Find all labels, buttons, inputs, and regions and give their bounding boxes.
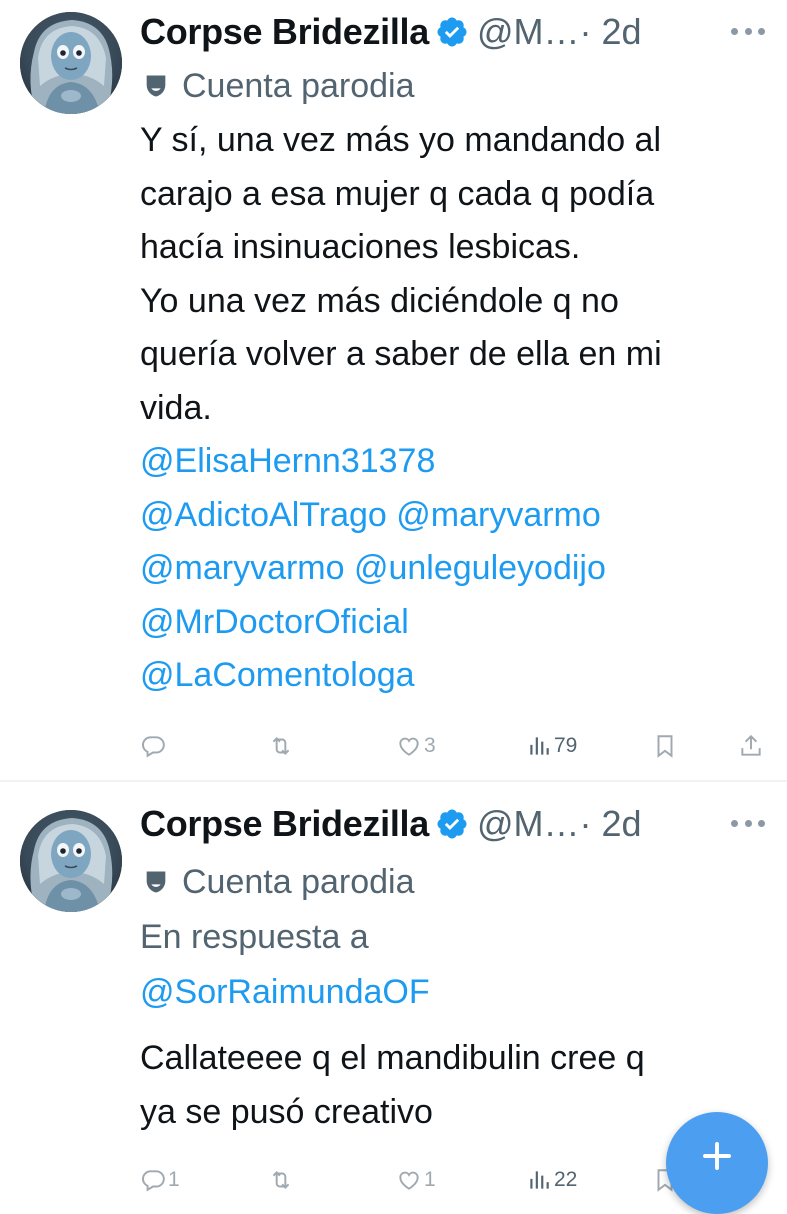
bookmark-button[interactable] (652, 728, 678, 764)
author-name[interactable]: Corpse Bridezilla (140, 11, 429, 53)
verified-badge-icon (437, 17, 467, 47)
bookmark-icon (657, 735, 673, 758)
tweet-time[interactable]: · 2d (580, 11, 642, 53)
repost-icon (272, 737, 290, 755)
reply-icon (142, 736, 165, 758)
tweet-header: Corpse Bridezilla @M… · 2d (140, 8, 787, 56)
parody-label: Cuenta parodia (140, 860, 415, 904)
mention-link[interactable]: @ElisaHernn31378 (140, 435, 780, 489)
reply-label: En respuesta a (140, 918, 369, 956)
verified-badge-icon (437, 809, 467, 839)
like-icon (399, 737, 419, 756)
tweet-divider (0, 780, 787, 782)
views-icon (530, 1171, 549, 1189)
compose-button[interactable] (666, 1112, 768, 1214)
text-line: Callateeee q el mandibulin cree q (140, 1039, 645, 1077)
tweet-time[interactable]: · 2d (580, 803, 642, 845)
reply-context: En respuesta a @SorRaimundaOF (140, 910, 430, 1020)
like-icon (399, 1171, 419, 1190)
reply-button[interactable]: 1 (140, 1162, 180, 1198)
tweet-header: Corpse Bridezilla @M… · 2d (140, 800, 787, 848)
parody-mask-icon (146, 75, 166, 97)
text-line: hacía insinuaciones lesbicas. (140, 228, 581, 266)
tweet-text: Y sí, una vez más yo mandando al carajo … (140, 114, 780, 703)
parody-mask-icon (146, 871, 166, 893)
author-name[interactable]: Corpse Bridezilla (140, 803, 429, 845)
reply-icon (142, 1170, 165, 1192)
tweet[interactable]: Corpse Bridezilla @M… · 2d Cuenta parodi… (0, 0, 787, 780)
tweet-actions: 3 79 (140, 728, 780, 764)
tweet[interactable]: Corpse Bridezilla @M… · 2d Cuenta parodi… (0, 786, 787, 1200)
share-button[interactable] (738, 728, 764, 764)
author-handle[interactable]: @M… (477, 803, 580, 845)
mention-link[interactable]: @MrDoctorOficial (140, 596, 780, 650)
more-options-icon[interactable] (731, 806, 765, 840)
views-button[interactable]: 22 (526, 1162, 577, 1198)
avatar[interactable] (20, 12, 122, 114)
text-line: Yo una vez más diciéndole q no (140, 281, 619, 320)
mention-link[interactable]: @LaComentologa (140, 649, 780, 703)
text-line: quería volver a saber de ella en mi (140, 335, 662, 373)
views-button[interactable]: 79 (526, 728, 577, 764)
repost-button[interactable] (268, 728, 296, 764)
reply-count: 1 (168, 1168, 180, 1191)
parody-text: Cuenta parodia (182, 66, 415, 105)
more-options-icon[interactable] (731, 14, 765, 48)
reply-to-mention[interactable]: @SorRaimundaOF (140, 965, 430, 1020)
like-button[interactable]: 3 (396, 728, 436, 764)
text-line: carajo a esa mujer q cada q podía (140, 174, 655, 213)
parody-text: Cuenta parodia (182, 862, 415, 901)
mention-link[interactable]: @maryvarmo @unleguleyodijo (140, 542, 780, 596)
like-count: 1 (424, 1168, 436, 1191)
like-count: 3 (424, 734, 436, 757)
repost-icon (272, 1171, 290, 1189)
text-line: vida. (140, 388, 212, 427)
like-button[interactable]: 1 (396, 1162, 436, 1198)
compose-plus-icon (703, 1142, 731, 1170)
share-icon (741, 734, 761, 756)
reply-button[interactable] (140, 728, 168, 764)
views-count: 79 (554, 734, 578, 757)
views-icon (530, 737, 549, 755)
parody-label: Cuenta parodia (140, 64, 415, 108)
text-line: Y sí, una vez más yo mandando al (140, 121, 662, 159)
author-handle[interactable]: @M… (477, 11, 580, 53)
views-count: 22 (554, 1168, 578, 1191)
avatar[interactable] (20, 810, 122, 912)
repost-button[interactable] (268, 1162, 296, 1198)
mention-link[interactable]: @AdictoAlTrago @maryvarmo (140, 489, 780, 543)
